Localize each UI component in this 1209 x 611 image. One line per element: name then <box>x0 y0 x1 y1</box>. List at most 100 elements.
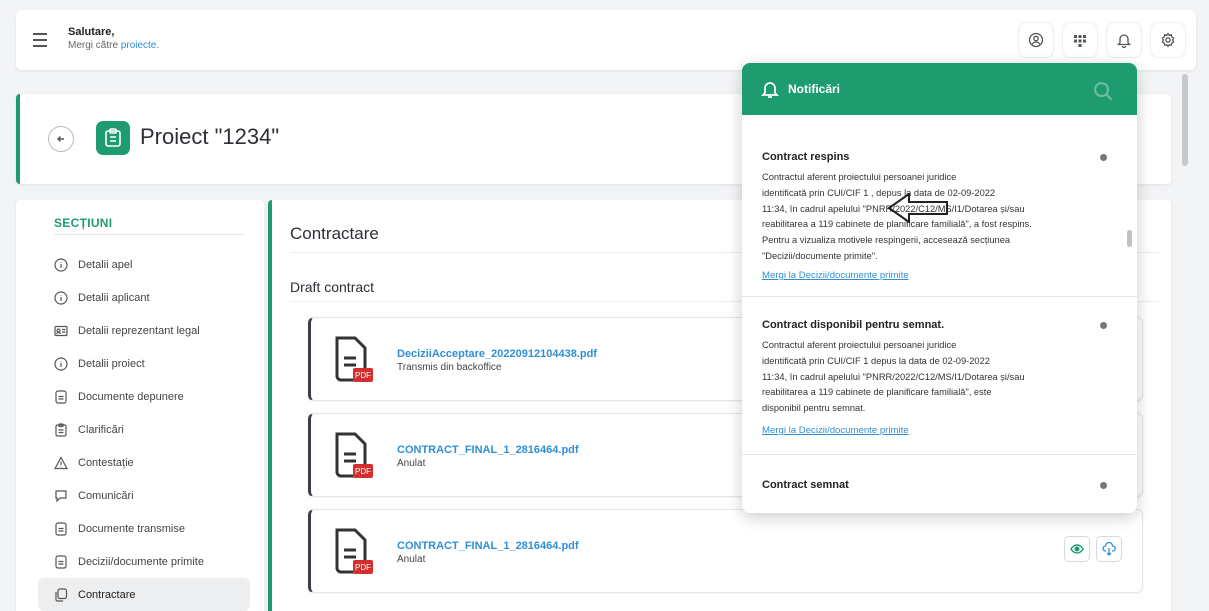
notifications-list: Contract respins Contractul aferent proi… <box>742 115 1137 513</box>
sidebar-item-label: Comunicări <box>78 489 134 502</box>
cloud-download-icon <box>1102 542 1116 556</box>
eye-icon <box>1070 544 1084 554</box>
notification-item[interactable]: Contract semnat <box>742 455 1137 513</box>
sidebar-item-label: Detalii reprezentant legal <box>78 324 200 337</box>
chat-icon <box>55 489 67 502</box>
notification-line: Pentru a vizualiza motivele respingerii,… <box>762 235 1011 246</box>
notification-line: Contractul aferent proiectului persoanei… <box>762 172 957 182</box>
notification-link[interactable]: Mergi la Decizii/documente primite <box>762 425 909 436</box>
sections-sidebar: SECȚIUNI Detalii apel Detalii aplicant D… <box>16 200 264 611</box>
sections-nav: Detalii apel Detalii aplicant Detalii re… <box>38 248 250 611</box>
projects-link[interactable]: proiecte <box>121 40 157 51</box>
profile-button[interactable] <box>1018 22 1054 58</box>
view-button[interactable] <box>1064 536 1090 562</box>
greeting-title: Salutare, <box>68 26 115 38</box>
pdf-badge: PDF <box>355 563 371 572</box>
sidebar-item-label: Clarificări <box>78 423 124 436</box>
sidebar-item-contractare[interactable]: Contractare <box>38 578 250 611</box>
subsection-title: Draft contract <box>290 279 375 295</box>
clipboard-icon <box>55 422 67 437</box>
scrollbar-thumb[interactable] <box>1182 74 1188 166</box>
sidebar-item-decizii[interactable]: Decizii/documente primite <box>38 545 250 578</box>
arrow-left-icon <box>887 193 948 223</box>
section-title: Contractare <box>290 224 379 243</box>
top-bar: Salutare, Mergi către proiecte. <box>16 10 1196 70</box>
back-button[interactable] <box>48 126 74 152</box>
notifications-scrollbar[interactable] <box>1127 230 1132 247</box>
sidebar-item-documente-transmise[interactable]: Documente transmise <box>38 512 250 545</box>
notification-title: Contract semnat <box>762 479 849 491</box>
document-status: Anulat <box>397 458 426 469</box>
settings-button[interactable] <box>1150 22 1186 58</box>
download-button[interactable] <box>1096 536 1122 562</box>
organization-button[interactable] <box>1062 22 1098 58</box>
menu-icon[interactable] <box>28 28 52 52</box>
notification-text: Contractul aferent proiectului persoanei… <box>762 338 1102 417</box>
sidebar-item-clarificari[interactable]: Clarificări <box>38 413 250 446</box>
document-name[interactable]: CONTRACT_FINAL_1_2816464.pdf <box>397 540 579 552</box>
sections-title: SECȚIUNI <box>54 216 113 230</box>
sidebar-item-detalii-reprezentant[interactable]: Detalii reprezentant legal <box>38 314 250 347</box>
notification-link[interactable]: Mergi la Decizii/documente primite <box>762 270 909 281</box>
sidebar-item-label: Documente transmise <box>78 522 185 535</box>
page-title: Proiect "1234" <box>140 124 280 149</box>
notifications-header: Notificări <box>742 63 1137 115</box>
notifications-title: Notificări <box>788 82 841 96</box>
document-name[interactable]: CONTRACT_FINAL_1_2816464.pdf <box>397 444 579 456</box>
sidebar-item-documente-depunere[interactable]: Documente depunere <box>38 380 250 413</box>
pdf-file-icon: PDF <box>335 432 373 478</box>
sidebar-item-label: Detalii proiect <box>78 357 145 370</box>
arrow-left-icon <box>57 136 64 142</box>
document-icon <box>55 521 67 536</box>
sidebar-item-detalii-proiect[interactable]: Detalii proiect <box>38 347 250 380</box>
copy-icon <box>55 587 68 602</box>
top-icons <box>1018 22 1186 58</box>
notification-line: Contractul aferent proiectului persoanei… <box>762 340 957 350</box>
sidebar-item-contestatie[interactable]: Contestație <box>38 446 250 479</box>
id-card-icon <box>54 325 68 336</box>
document-icon <box>55 554 67 569</box>
info-icon <box>54 290 68 305</box>
document-status: Anulat <box>397 554 426 565</box>
notification-title: Contract respins <box>762 151 850 163</box>
warning-icon <box>54 455 68 469</box>
sidebar-item-label: Detalii apel <box>78 258 133 271</box>
document-name[interactable]: DeciziiAcceptare_20220912104438.pdf <box>397 348 597 360</box>
sidebar-item-label: Documente depunere <box>78 390 184 403</box>
notifications-button[interactable] <box>1106 22 1142 58</box>
greeting-suffix: . <box>156 40 160 51</box>
user-circle-icon <box>1028 32 1044 48</box>
info-icon <box>54 356 68 371</box>
sidebar-item-label: Detalii aplicant <box>78 291 150 304</box>
document-status: Transmis din backoffice <box>397 362 502 373</box>
notification-item[interactable]: Contract respins Contractul aferent proi… <box>742 125 1137 297</box>
divider <box>54 234 244 235</box>
gear-icon <box>1161 32 1175 48</box>
notification-title: Contract disponibil pentru semnat. <box>762 319 945 331</box>
sidebar-item-detalii-apel[interactable]: Detalii apel <box>38 248 250 281</box>
pdf-badge: PDF <box>355 371 371 380</box>
clipboard-icon <box>96 121 130 155</box>
search-icon[interactable] <box>1093 81 1113 101</box>
sidebar-item-detalii-aplicant[interactable]: Detalii aplicant <box>38 281 250 314</box>
page-scrollbar[interactable] <box>1180 74 1190 604</box>
greeting: Salutare, Mergi către proiecte. <box>68 26 159 51</box>
notification-item[interactable]: Contract disponibil pentru semnat. Contr… <box>742 297 1137 455</box>
pdf-badge: PDF <box>355 467 371 476</box>
document-icon <box>55 389 67 404</box>
sidebar-item-label: Contestație <box>78 456 134 469</box>
sidebar-item-label: Contractare <box>78 588 136 601</box>
notification-line: disponibil pentru semnat. <box>762 403 866 414</box>
unread-dot <box>1100 154 1107 161</box>
pdf-file-icon: PDF <box>335 336 373 382</box>
document-card: PDF CONTRACT_FINAL_1_2816464.pdf Anulat <box>308 509 1143 593</box>
unread-dot <box>1100 482 1107 489</box>
info-icon <box>54 257 68 272</box>
notification-line: identificată prin CUI/CIF 1 depus la dat… <box>762 355 990 366</box>
notification-line: reabilitarea a 119 cabinete de planifica… <box>762 387 992 398</box>
greeting-prefix: Mergi către <box>68 40 121 51</box>
bell-icon <box>760 82 780 98</box>
pdf-file-icon: PDF <box>335 528 373 574</box>
sidebar-item-comunicari[interactable]: Comunicări <box>38 479 250 512</box>
building-icon <box>1074 35 1086 47</box>
